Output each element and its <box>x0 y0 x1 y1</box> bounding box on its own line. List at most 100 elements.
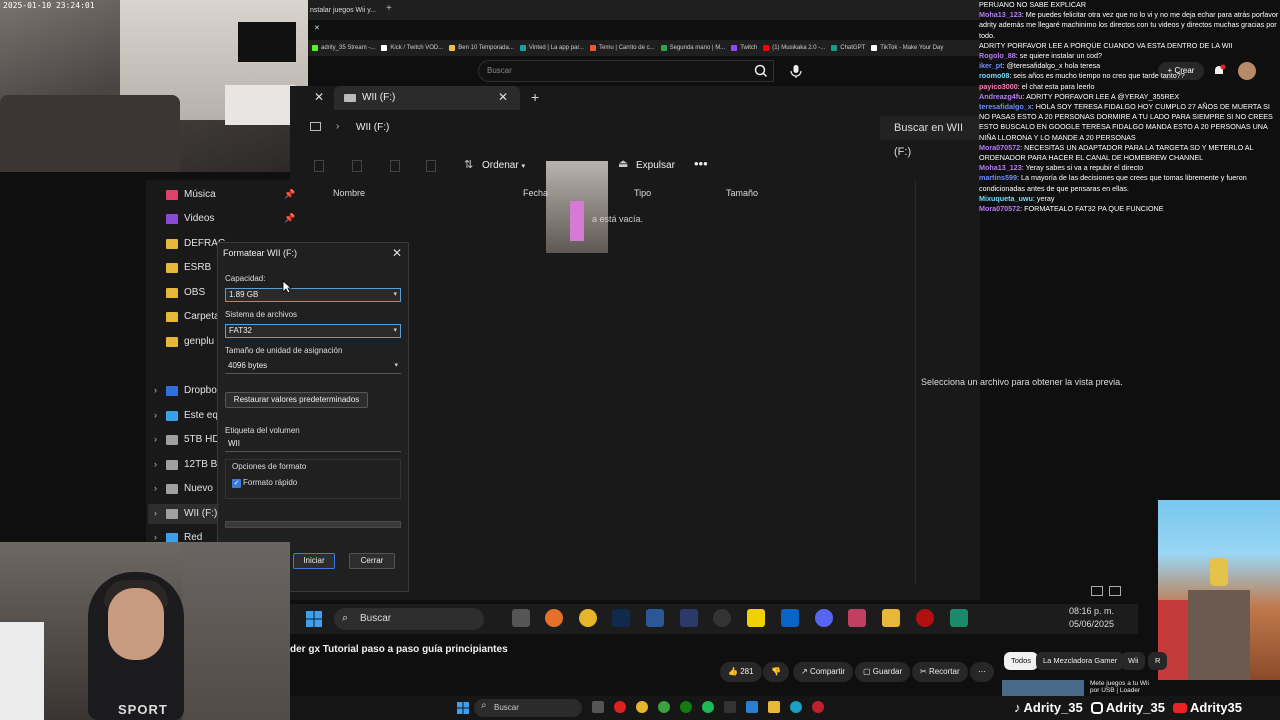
microphone-icon[interactable] <box>786 60 806 82</box>
file-explorer-icon[interactable] <box>768 701 780 713</box>
close-icon[interactable]: ✕ <box>314 25 320 32</box>
column-size[interactable]: Tamaño <box>726 188 758 198</box>
outlook-icon[interactable] <box>781 609 799 627</box>
quick-format-checkbox[interactable]: ✓ <box>232 479 241 488</box>
app-icon[interactable] <box>724 701 736 713</box>
more-options-icon[interactable]: ••• <box>694 156 708 171</box>
store-icon[interactable] <box>680 609 698 627</box>
discord-icon[interactable] <box>815 609 833 627</box>
notes-icon[interactable] <box>747 609 765 627</box>
sidebar-item[interactable]: Videos <box>166 209 214 229</box>
explorer-search-input[interactable]: Buscar en WII (F:) <box>880 116 980 158</box>
column-date[interactable]: Fecha <box>523 188 548 198</box>
chevron-right-icon[interactable]: › <box>154 459 157 469</box>
pin-icon[interactable]: 📌 <box>284 189 295 200</box>
save-button[interactable]: ▢ Guardar <box>855 662 911 682</box>
address-bar[interactable]: › WII (F:) <box>290 116 890 140</box>
filesystem-select[interactable]: FAT32 ▾ <box>225 324 401 338</box>
tiles-view-icon[interactable] <box>1109 586 1121 596</box>
app-icon[interactable] <box>848 609 866 627</box>
chevron-right-icon[interactable]: › <box>154 434 157 444</box>
chip-r[interactable]: R <box>1148 652 1168 670</box>
allocation-select[interactable]: 4096 bytes ▾ <box>225 360 401 374</box>
sidebar-item[interactable]: ESRB <box>166 258 211 278</box>
eject-button[interactable]: Expulsar <box>636 160 675 171</box>
chevron-right-icon[interactable]: › <box>154 483 157 493</box>
chat-username[interactable]: Andreazg4fu <box>979 92 1023 101</box>
chip-channel[interactable]: La Mezcladora Gamer <box>1036 652 1125 670</box>
like-button[interactable]: 👍 281 <box>720 662 762 682</box>
volume-label-input[interactable]: WII <box>225 438 401 452</box>
record-icon[interactable] <box>916 609 934 627</box>
sidebar-item[interactable]: Este eq <box>166 406 218 426</box>
column-type[interactable]: Tipo <box>634 188 651 198</box>
chat-username[interactable]: payico3000 <box>979 82 1018 91</box>
start-button[interactable]: Iniciar <box>293 553 335 569</box>
firefox-icon[interactable] <box>545 609 563 627</box>
video-title[interactable]: der gx Tutorial paso a paso guía princip… <box>290 644 508 655</box>
new-tab-icon[interactable]: + <box>386 3 392 14</box>
bookmark-item[interactable]: Temu | Carrito de c... <box>590 45 655 51</box>
more-actions-button[interactable]: ⋯ <box>970 662 994 682</box>
file-explorer-icon[interactable] <box>882 609 900 627</box>
sort-button[interactable]: Ordenar ▾ <box>482 160 525 171</box>
search-icon[interactable] <box>748 60 774 82</box>
chip-all[interactable]: Todos <box>1004 652 1039 670</box>
sidebar-item[interactable]: Dropbo <box>166 381 217 401</box>
chat-username[interactable]: Moha13_123 <box>979 10 1022 19</box>
obs-icon[interactable] <box>713 609 731 627</box>
sidebar-item[interactable]: 5TB HD <box>166 430 220 450</box>
chrome-icon[interactable] <box>636 701 648 713</box>
sidebar-item[interactable]: genplu <box>166 332 214 352</box>
chevron-right-icon[interactable]: › <box>154 410 157 420</box>
chat-username[interactable]: Moha13_123 <box>979 163 1022 172</box>
spotify-icon[interactable] <box>702 701 714 713</box>
share-button[interactable]: ↗ Compartir <box>793 662 854 682</box>
bookmark-item[interactable]: adrity_35 Stream -... <box>312 45 375 51</box>
sidebar-item[interactable]: Música <box>166 185 216 205</box>
capacity-select[interactable]: 1.89 GB ▾ <box>225 288 401 302</box>
windows-start-icon[interactable] <box>306 611 322 627</box>
recommended-thumbnail[interactable] <box>1002 680 1084 696</box>
sidebar-item[interactable]: 12TB B <box>166 455 217 475</box>
xbox-icon[interactable] <box>680 701 692 713</box>
vs-code-icon[interactable] <box>746 701 758 713</box>
trash-icon[interactable] <box>426 160 436 172</box>
chevron-right-icon[interactable]: › <box>154 385 157 395</box>
bookmark-item[interactable]: ChatGPT <box>831 45 865 51</box>
bookmark-item[interactable]: Ben 10 Temporada... <box>449 45 514 51</box>
clip-button[interactable]: ✂ Recortar <box>912 662 968 682</box>
taskbar-search[interactable]: Buscar <box>334 608 484 630</box>
bookmark-item[interactable]: Vinted | La app par... <box>519 45 584 51</box>
edge-icon[interactable] <box>790 701 802 713</box>
app-icon[interactable] <box>658 701 670 713</box>
task-view-icon[interactable] <box>512 609 530 627</box>
dislike-button[interactable]: 👎 <box>763 662 789 682</box>
browser-tab[interactable]: nstalar juegos Wii y... ✕ <box>308 2 380 32</box>
chat-username[interactable]: Mora070572 <box>979 143 1020 152</box>
chevron-right-icon[interactable]: › <box>154 532 157 542</box>
sidebar-item[interactable]: Nuevo <box>166 479 213 499</box>
youtube-search-input[interactable]: Buscar <box>478 60 774 82</box>
chat-username[interactable]: teresafidalgo_x <box>979 102 1032 111</box>
chat-username[interactable]: Rogolo_88 <box>979 51 1016 60</box>
chat-username[interactable]: martins599 <box>979 173 1017 182</box>
app-icon[interactable] <box>812 701 824 713</box>
chat-username[interactable]: Mora070572 <box>979 204 1020 213</box>
recommended-title[interactable]: Mete juegos a tu Wii por USB | Loader <box>1090 680 1156 694</box>
terminal-icon[interactable] <box>950 609 968 627</box>
copy-icon[interactable] <box>352 160 362 172</box>
close-icon[interactable]: ✕ <box>392 246 402 260</box>
explorer-tab[interactable]: WII (F:) ✕ <box>334 86 520 110</box>
bookmark-item[interactable]: (1) Musikaka 2.0 -... <box>763 45 825 51</box>
task-view-icon[interactable] <box>592 701 604 713</box>
details-view-icon[interactable] <box>1091 586 1103 596</box>
bookmark-item[interactable]: TikTok - Make Your Day <box>871 45 943 51</box>
column-name[interactable]: Nombre <box>333 188 365 198</box>
close-tab-icon[interactable]: ✕ <box>314 90 324 104</box>
chat-username[interactable]: Mixuqueta_uwu <box>979 194 1033 203</box>
restore-defaults-button[interactable]: Restaurar valores predeterminados <box>225 392 368 408</box>
close-icon[interactable]: ✕ <box>498 90 508 104</box>
chrome-icon[interactable] <box>579 609 597 627</box>
chevron-right-icon[interactable]: › <box>154 508 157 518</box>
